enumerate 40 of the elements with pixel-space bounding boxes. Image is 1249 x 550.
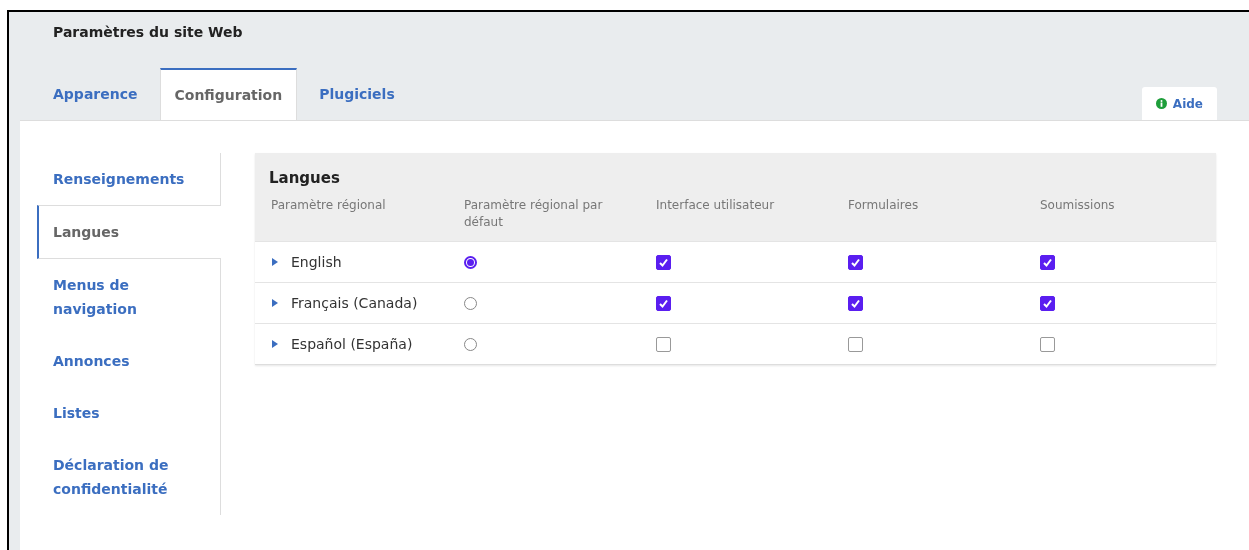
check-icon xyxy=(850,256,861,268)
checkbox[interactable] xyxy=(656,336,671,352)
column-header: Interface utilisateur xyxy=(656,198,775,212)
sidebar-item[interactable]: Listes xyxy=(37,387,220,439)
tab[interactable]: Plugiciels xyxy=(301,68,413,120)
checkbox[interactable] xyxy=(1040,295,1055,311)
checkbox[interactable] xyxy=(848,336,863,352)
page-title: Paramètres du site Web xyxy=(53,24,243,40)
column-header: Formulaires xyxy=(848,198,919,212)
column-header: Paramètre régional par défaut xyxy=(464,198,603,229)
checkbox[interactable] xyxy=(656,254,671,270)
checkbox[interactable] xyxy=(1040,336,1055,352)
info-icon xyxy=(1155,98,1167,109)
expand-icon[interactable] xyxy=(271,339,279,349)
locale-name: Español (España) xyxy=(291,336,413,352)
checkbox[interactable] xyxy=(656,295,671,311)
sidebar-item[interactable]: Annonces xyxy=(37,335,220,387)
tab[interactable]: Apparence xyxy=(35,68,156,120)
table-title: Langues xyxy=(269,169,340,187)
sidebar-item[interactable]: Renseignements xyxy=(37,153,220,205)
sidebar-item[interactable]: Langues xyxy=(37,205,221,259)
locale-name: English xyxy=(291,254,342,270)
help-button[interactable]: Aide xyxy=(1141,87,1217,120)
check-icon xyxy=(658,297,669,309)
checkbox[interactable] xyxy=(848,295,863,311)
tab[interactable]: Configuration xyxy=(159,68,298,120)
check-icon xyxy=(850,297,861,309)
column-header: Soumissions xyxy=(1040,198,1115,212)
locale-name: Français (Canada) xyxy=(291,295,418,311)
checkbox[interactable] xyxy=(848,254,863,270)
sidebar-item[interactable]: Déclaration de confidentialité xyxy=(37,439,220,515)
expand-icon[interactable] xyxy=(271,257,279,267)
check-icon xyxy=(1042,297,1053,309)
sidebar-item[interactable]: Menus de navigation xyxy=(37,259,220,335)
check-icon xyxy=(1042,256,1053,268)
checkbox[interactable] xyxy=(1040,254,1055,270)
expand-icon[interactable] xyxy=(271,298,279,308)
check-icon xyxy=(658,256,669,268)
radio-button[interactable] xyxy=(464,255,477,269)
column-header: Paramètre régional xyxy=(271,198,386,212)
